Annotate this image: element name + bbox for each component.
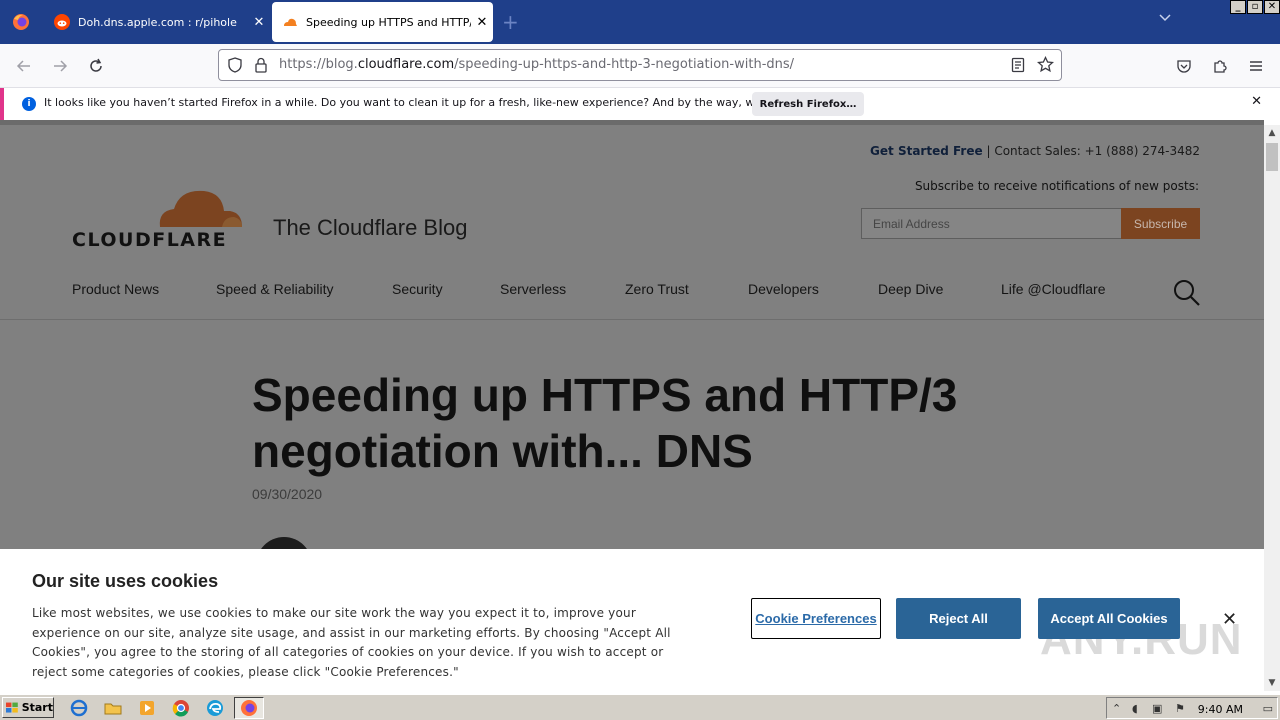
nav-deep-dive[interactable]: Deep Dive: [878, 281, 943, 297]
article-date: 09/30/2020: [252, 486, 323, 502]
search-icon: [1174, 280, 1200, 306]
show-desktop-icon[interactable]: ▭: [1263, 702, 1273, 715]
blog-title[interactable]: The Cloudflare Blog: [273, 215, 467, 241]
logo-wordmark: CLOUDFLARE: [72, 229, 228, 251]
window-controls: _ ▫ ✕: [1230, 0, 1280, 14]
start-label: Start: [21, 701, 53, 714]
tab-title: Doh.dns.apple.com : r/pihole: [78, 15, 237, 29]
nav-developers[interactable]: Developers: [748, 281, 819, 297]
reject-all-button[interactable]: Reject All: [896, 598, 1021, 639]
cookie-banner-text: Like most websites, we use cookies to ma…: [32, 606, 671, 680]
arrow-right-icon: [54, 60, 68, 72]
list-all-tabs-icon[interactable]: [1158, 12, 1172, 26]
edge-icon[interactable]: [206, 699, 224, 717]
chevron-down-icon: [1159, 14, 1171, 22]
cookie-preferences-button[interactable]: Cookie Preferences: [751, 598, 881, 639]
article-title: Speeding up HTTPS and HTTP/3 negotiation…: [252, 369, 958, 477]
link-separator: |: [986, 144, 991, 158]
nav-security[interactable]: Security: [392, 281, 443, 297]
nav-life-cloudflare[interactable]: Life @Cloudflare: [1001, 281, 1106, 297]
scrollbar-thumb[interactable]: [1266, 143, 1278, 171]
accept-all-cookies-button[interactable]: Accept All Cookies: [1038, 598, 1180, 639]
page-scrollbar[interactable]: ▲ ▼: [1264, 125, 1280, 691]
close-icon[interactable]: ✕: [1251, 94, 1262, 109]
get-started-link[interactable]: Get Started Free: [870, 144, 983, 158]
close-window-button[interactable]: ✕: [1264, 0, 1280, 14]
puzzle-piece-icon: [1214, 60, 1227, 73]
refresh-firefox-button[interactable]: Refresh Firefox…: [752, 92, 864, 116]
start-button[interactable]: Start: [2, 697, 54, 718]
cloudflare-cloud-icon: [159, 190, 242, 227]
header-divider: [0, 319, 1264, 320]
top-links: Get Started Free | Contact Sales: +1 (88…: [870, 144, 1200, 158]
maximize-button[interactable]: ▫: [1247, 0, 1263, 14]
url-prefix: https://blog.: [279, 57, 358, 72]
nav-product-news[interactable]: Product News: [72, 281, 159, 297]
scroll-up-icon[interactable]: ▲: [1264, 125, 1280, 141]
extensions-button[interactable]: [1208, 54, 1232, 78]
close-icon[interactable]: ✕: [1222, 609, 1237, 630]
chrome-icon[interactable]: [172, 699, 190, 717]
internet-explorer-icon[interactable]: [70, 699, 88, 717]
new-tab-button[interactable]: +: [502, 10, 519, 34]
taskbar-firefox-button[interactable]: [234, 697, 264, 719]
nav-speed-reliability[interactable]: Speed & Reliability: [216, 281, 334, 297]
cloudflare-icon: [284, 18, 297, 26]
tab-close-icon[interactable]: ✕: [471, 15, 493, 30]
reload-icon: [90, 58, 102, 72]
subscribe-button[interactable]: Subscribe: [1121, 208, 1200, 239]
address-bar[interactable]: https://blog.cloudflare.com/speeding-up-…: [218, 49, 1062, 81]
app-menu-button[interactable]: [1244, 54, 1268, 78]
notification-message: It looks like you haven’t started Firefo…: [44, 96, 829, 109]
lock-icon[interactable]: [254, 57, 268, 73]
refresh-firefox-notification: i It looks like you haven’t started Fire…: [0, 88, 1280, 120]
cookie-banner-title: Our site uses cookies: [32, 571, 219, 591]
tab-cloudflare-blog[interactable]: Speeding up HTTPS and HTTP/3 ne ✕: [272, 2, 493, 42]
hamburger-menu-icon: [1250, 61, 1262, 71]
url-path: /speeding-up-https-and-http-3-negotiatio…: [454, 57, 795, 72]
email-input[interactable]: [861, 208, 1122, 239]
reload-button[interactable]: [84, 54, 108, 78]
cookie-banner: Our site uses cookies Like most websites…: [0, 549, 1264, 691]
back-button[interactable]: [12, 54, 36, 78]
tray-expand-icon[interactable]: ⌃: [1112, 702, 1121, 715]
cloudflare-logo[interactable]: CLOUDFLARE: [72, 187, 244, 251]
shield-icon[interactable]: [227, 57, 243, 73]
url-host: cloudflare.com: [357, 57, 455, 72]
contact-sales-link[interactable]: Contact Sales: +1 (888) 274-3482: [994, 144, 1200, 158]
file-explorer-icon[interactable]: [104, 699, 122, 717]
nav-zero-trust[interactable]: Zero Trust: [625, 281, 689, 297]
site-search-button[interactable]: [1172, 278, 1202, 308]
volume-icon[interactable]: ◖: [1132, 702, 1138, 715]
flag-icon[interactable]: ⚑: [1175, 702, 1185, 715]
navigation-toolbar: https://blog.cloudflare.com/speeding-up-…: [0, 44, 1280, 88]
pocket-icon: [1177, 60, 1191, 73]
tab-reddit[interactable]: Doh.dns.apple.com : r/pihole ✕: [44, 2, 270, 42]
clock[interactable]: 9:40 AM: [1198, 703, 1243, 716]
arrow-left-icon: [16, 60, 30, 72]
reader-view-icon[interactable]: [1011, 57, 1025, 73]
firefox-icon: [241, 700, 257, 716]
nav-serverless[interactable]: Serverless: [500, 281, 566, 297]
forward-button[interactable]: [48, 54, 72, 78]
url-text: https://blog.cloudflare.com/speeding-up-…: [279, 57, 794, 72]
bookmark-star-icon[interactable]: [1037, 56, 1054, 73]
reddit-icon: [54, 14, 70, 30]
minimize-button[interactable]: _: [1230, 0, 1246, 14]
network-icon[interactable]: ▣: [1152, 702, 1162, 715]
scroll-down-icon[interactable]: ▼: [1264, 675, 1280, 691]
windows-taskbar: Start ⌃ ◖ ▣ ⚑ 9:40 AM ▭: [0, 694, 1280, 720]
system-tray: ⌃ ◖ ▣ ⚑ 9:40 AM ▭: [1106, 697, 1278, 719]
tab-title: Speeding up HTTPS and HTTP/3 ne: [306, 15, 471, 29]
info-icon: i: [22, 97, 36, 111]
pocket-button[interactable]: [1172, 54, 1196, 78]
subscribe-prompt: Subscribe to receive notifications of ne…: [914, 179, 1199, 193]
firefox-menu-button[interactable]: [0, 0, 42, 44]
windows-logo-icon: [6, 702, 18, 713]
media-player-icon[interactable]: [138, 699, 156, 717]
tab-close-icon[interactable]: ✕: [248, 15, 270, 30]
firefox-icon: [13, 14, 29, 30]
tab-strip: Doh.dns.apple.com : r/pihole ✕ Speeding …: [0, 0, 1280, 44]
